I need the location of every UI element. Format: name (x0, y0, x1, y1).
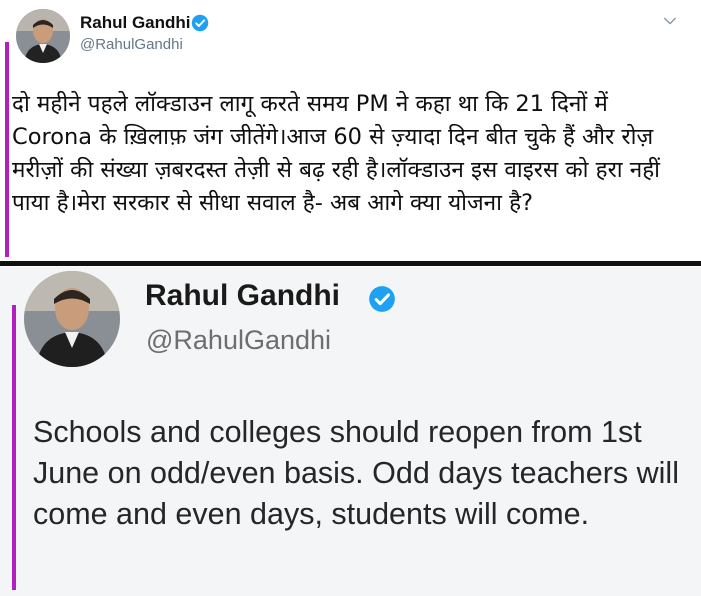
author-handle[interactable]: @RahulGandhi (80, 36, 183, 53)
author-name[interactable]: Rahul Gandhi (80, 13, 191, 33)
author-handle[interactable]: @RahulGandhi (146, 325, 331, 356)
chevron-down-icon[interactable] (663, 14, 677, 28)
divider (0, 261, 701, 266)
verified-badge-icon (369, 286, 395, 312)
avatar[interactable] (24, 271, 120, 367)
tweet-text: दो महीने पहले लॉक्डाउन लागू करते समय PM … (12, 91, 661, 216)
avatar[interactable] (16, 9, 70, 63)
author-name[interactable]: Rahul Gandhi (145, 279, 340, 313)
bottom-tweet-card: Rahul Gandhi @RahulGandhi Schools and co… (0, 267, 701, 596)
verified-badge-icon (191, 14, 209, 32)
profile-photo (16, 9, 70, 63)
top-tweet-card: Rahul Gandhi @RahulGandhi दो महीने पहले … (0, 0, 701, 262)
tweet-text: Schools and colleges should reopen from … (33, 415, 679, 531)
accent-bar (5, 42, 9, 257)
accent-bar (12, 305, 16, 590)
profile-photo (24, 271, 120, 367)
